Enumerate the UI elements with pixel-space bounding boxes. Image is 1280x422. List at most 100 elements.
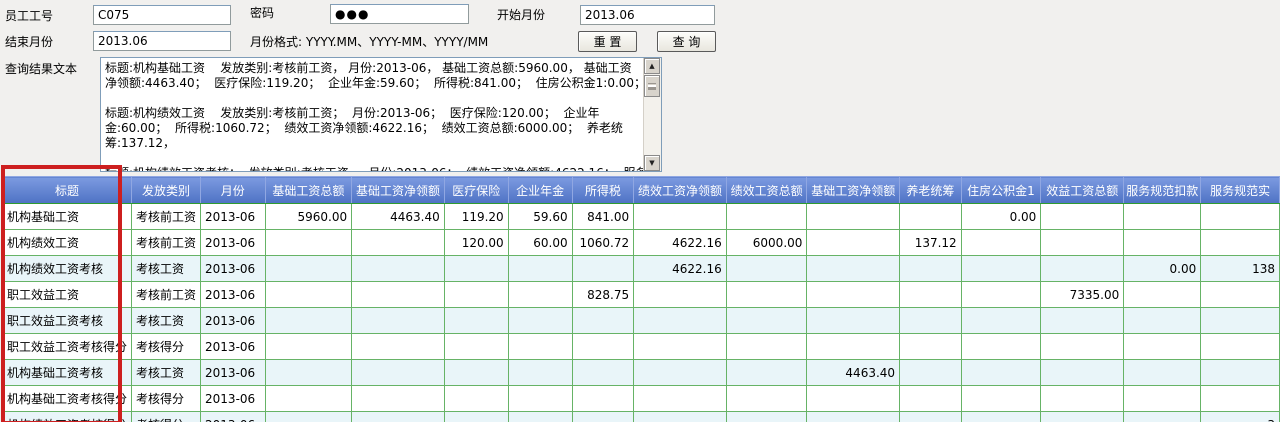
table-cell bbox=[1124, 386, 1201, 412]
table-cell bbox=[572, 386, 634, 412]
table-cell: 60.00 bbox=[508, 230, 572, 256]
table-cell bbox=[726, 204, 807, 230]
column-header: 所得税 bbox=[572, 177, 634, 204]
table-row[interactable]: 职工效益工资考核得分考核得分2013-06 bbox=[3, 334, 1280, 360]
column-header: 标题 bbox=[3, 177, 132, 204]
table-cell bbox=[807, 282, 900, 308]
table-cell bbox=[508, 308, 572, 334]
query-button[interactable]: 查 询 bbox=[657, 31, 716, 52]
table-cell: 考核前工资 bbox=[132, 204, 201, 230]
table-cell: 5960.00 bbox=[265, 204, 352, 230]
employee-id-input[interactable] bbox=[93, 5, 231, 25]
column-header: 基础工资总额 bbox=[265, 177, 352, 204]
table-row[interactable]: 机构绩效工资考核考核工资2013-064622.160.00138 bbox=[3, 256, 1280, 282]
scroll-up-icon[interactable]: ▲ bbox=[644, 58, 660, 74]
table-cell bbox=[352, 308, 445, 334]
month-format-hint: 月份格式: YYYY.MM、YYYY-MM、YYYY/MM bbox=[250, 33, 488, 50]
end-month-input[interactable] bbox=[93, 31, 231, 51]
table-cell bbox=[1041, 256, 1124, 282]
table-cell: 59.60 bbox=[508, 204, 572, 230]
table-cell bbox=[572, 256, 634, 282]
query-result-textarea[interactable]: 标题:机构基础工资 发放类别:考核前工资， 月份:2013-06， 基础工资总额… bbox=[100, 57, 662, 172]
table-cell bbox=[265, 412, 352, 422]
table-cell bbox=[807, 386, 900, 412]
table-cell bbox=[265, 386, 352, 412]
scrollbar-thumb[interactable] bbox=[644, 75, 660, 97]
column-header: 服务规范扣款 bbox=[1124, 177, 1201, 204]
table-cell: 机构绩效工资 bbox=[3, 230, 132, 256]
table-cell bbox=[726, 282, 807, 308]
column-header: 绩效工资净领额 bbox=[634, 177, 727, 204]
table-row[interactable]: 机构基础工资考核得分考核得分2013-06 bbox=[3, 386, 1280, 412]
table-cell bbox=[1201, 334, 1280, 360]
table-cell: 841.00 bbox=[572, 204, 634, 230]
column-header: 效益工资总额 bbox=[1041, 177, 1124, 204]
table-cell bbox=[508, 282, 572, 308]
table-row[interactable]: 机构基础工资考核考核工资2013-064463.40 bbox=[3, 360, 1280, 386]
table-cell bbox=[726, 386, 807, 412]
table-cell bbox=[807, 256, 900, 282]
table-cell bbox=[265, 360, 352, 386]
table-cell bbox=[352, 282, 445, 308]
table-cell bbox=[352, 386, 445, 412]
table-cell bbox=[807, 412, 900, 422]
employee-id-label: 员工工号 bbox=[5, 7, 53, 24]
result-scrollbar[interactable]: ▲ ▼ bbox=[643, 58, 661, 171]
table-cell: 考核得分 bbox=[132, 334, 201, 360]
salary-table-header: 标题发放类别月份基础工资总额基础工资净领额医疗保险企业年金所得税绩效工资净领额绩… bbox=[3, 177, 1280, 204]
table-cell bbox=[572, 360, 634, 386]
table-cell: 机构绩效工资考核得分 bbox=[3, 412, 132, 422]
table-cell bbox=[444, 386, 508, 412]
reset-button[interactable]: 重 置 bbox=[578, 31, 637, 52]
table-row[interactable]: 机构绩效工资考核得分考核得分2013-063 bbox=[3, 412, 1280, 422]
start-month-label: 开始月份 bbox=[497, 6, 545, 23]
table-cell bbox=[508, 412, 572, 422]
table-cell bbox=[352, 256, 445, 282]
table-cell bbox=[726, 308, 807, 334]
table-cell: 3 bbox=[1201, 412, 1280, 422]
column-header: 住房公积金1 bbox=[961, 177, 1041, 204]
table-cell bbox=[1124, 204, 1201, 230]
table-cell bbox=[1124, 308, 1201, 334]
table-row[interactable]: 机构绩效工资考核前工资2013-06120.0060.001060.724622… bbox=[3, 230, 1280, 256]
table-cell bbox=[1201, 282, 1280, 308]
table-cell bbox=[1041, 308, 1124, 334]
table-cell bbox=[444, 282, 508, 308]
table-row[interactable]: 职工效益工资考核考核工资2013-06 bbox=[3, 308, 1280, 334]
table-cell: 138 bbox=[1201, 256, 1280, 282]
table-cell bbox=[444, 308, 508, 334]
table-cell bbox=[634, 282, 727, 308]
column-header: 基础工资净领额 bbox=[352, 177, 445, 204]
table-cell bbox=[265, 282, 352, 308]
table-cell bbox=[1041, 386, 1124, 412]
table-cell bbox=[807, 204, 900, 230]
salary-table-body: 机构基础工资考核前工资2013-065960.004463.40119.2059… bbox=[3, 204, 1280, 422]
start-month-input[interactable] bbox=[580, 5, 715, 25]
table-cell bbox=[1041, 334, 1124, 360]
password-input[interactable] bbox=[330, 4, 469, 24]
table-cell: 考核工资 bbox=[132, 256, 201, 282]
table-row[interactable]: 机构基础工资考核前工资2013-065960.004463.40119.2059… bbox=[3, 204, 1280, 230]
scroll-down-icon[interactable]: ▼ bbox=[644, 155, 660, 171]
table-cell bbox=[634, 334, 727, 360]
table-cell bbox=[444, 360, 508, 386]
table-cell bbox=[1124, 334, 1201, 360]
table-cell bbox=[900, 204, 962, 230]
query-result-text: 标题:机构基础工资 发放类别:考核前工资， 月份:2013-06， 基础工资总额… bbox=[101, 58, 644, 171]
table-cell bbox=[1041, 230, 1124, 256]
table-cell bbox=[634, 308, 727, 334]
table-cell bbox=[1201, 204, 1280, 230]
table-cell bbox=[961, 412, 1041, 422]
table-cell bbox=[1201, 308, 1280, 334]
table-cell bbox=[900, 412, 962, 422]
table-cell bbox=[444, 334, 508, 360]
table-cell: 1060.72 bbox=[572, 230, 634, 256]
table-cell: 7335.00 bbox=[1041, 282, 1124, 308]
table-cell: 2013-06 bbox=[201, 308, 266, 334]
table-cell bbox=[634, 412, 727, 422]
table-row[interactable]: 职工效益工资考核前工资2013-06828.757335.00 bbox=[3, 282, 1280, 308]
table-cell bbox=[508, 360, 572, 386]
table-cell bbox=[961, 308, 1041, 334]
table-cell bbox=[900, 360, 962, 386]
table-cell bbox=[634, 360, 727, 386]
